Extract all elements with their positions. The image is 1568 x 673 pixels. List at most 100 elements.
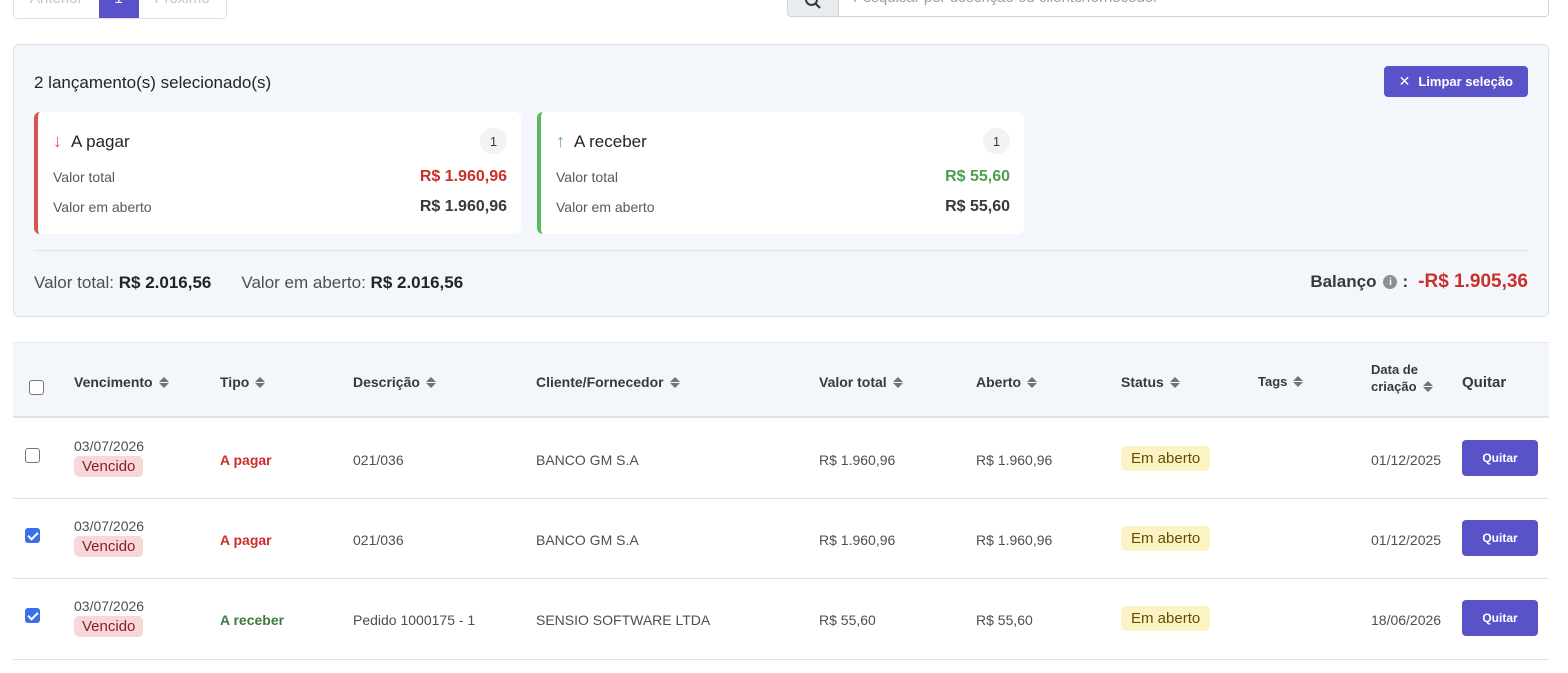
- selection-totals: Valor total: R$ 2.016,56 Valor em aberto…: [34, 273, 463, 293]
- payable-total-value: R$ 1.960,96: [419, 168, 507, 185]
- table-row: 03/07/2026 Vencido A pagar 021/036 BANCO…: [13, 498, 1549, 579]
- column-header-descricao[interactable]: Descrição: [353, 374, 436, 390]
- sort-icon: [1422, 381, 1433, 392]
- column-header-vencimento[interactable]: Vencimento: [74, 374, 169, 390]
- due-cell: 03/07/2026 Vencido: [74, 598, 144, 637]
- search-bar: [787, 0, 1549, 17]
- balance-separator: :: [1402, 272, 1409, 291]
- tipo-cell: A pagar: [220, 452, 272, 468]
- descricao-cell: 021/036: [353, 452, 404, 468]
- column-header-label-line2: criação: [1371, 379, 1433, 394]
- due-date: 03/07/2026: [74, 598, 145, 614]
- column-header-label: Descrição: [353, 374, 420, 390]
- close-icon: ✕: [1398, 73, 1411, 89]
- row-checkbox[interactable]: [25, 608, 40, 623]
- column-header-label: Aberto: [976, 374, 1022, 390]
- summary-open-label: Valor em aberto:: [241, 273, 366, 292]
- due-date: 03/07/2026: [74, 438, 145, 454]
- cliente-cell: BANCO GM S.A: [536, 531, 639, 548]
- balance-label: Balanço: [1310, 272, 1377, 291]
- column-header-aberto[interactable]: Aberto: [976, 374, 1038, 390]
- sort-icon: [669, 376, 680, 388]
- overdue-badge: Vencido: [74, 535, 144, 557]
- payable-open-label: Valor em aberto: [53, 199, 152, 215]
- status-cell: Em aberto: [1121, 606, 1211, 631]
- due-cell: 03/07/2026 Vencido: [74, 438, 144, 477]
- quitar-button[interactable]: Quitar: [1462, 600, 1538, 636]
- valor-total-cell: R$ 55,60: [819, 612, 876, 628]
- valor-total-cell: R$ 1.960,96: [819, 452, 896, 468]
- receivable-card: ↑ A receber 1 Valor total R$ 55,60 Valor…: [537, 112, 1024, 234]
- arrow-up-icon: ↑: [556, 131, 565, 151]
- select-all-checkbox[interactable]: [29, 380, 44, 395]
- clear-selection-label: Limpar seleção: [1418, 74, 1513, 89]
- created-cell: 18/06/2026: [1371, 612, 1442, 628]
- overdue-badge: Vencido: [74, 616, 144, 637]
- summary-open-value: R$ 2.016,56: [370, 273, 464, 292]
- selection-title: 2 lançamento(s) selecionado(s): [34, 73, 272, 92]
- arrow-down-icon: ↓: [53, 131, 62, 151]
- column-header-label: Tipo: [220, 374, 250, 390]
- column-header-tags[interactable]: Tags: [1258, 374, 1304, 389]
- aberto-cell: R$ 55,60: [976, 612, 1033, 628]
- status-cell: Em aberto: [1121, 525, 1211, 551]
- payable-total-label: Valor total: [53, 169, 115, 185]
- search-icon: [805, 0, 821, 9]
- quitar-button[interactable]: Quitar: [1462, 519, 1538, 556]
- descricao-cell: 021/036: [353, 531, 404, 548]
- due-cell: 03/07/2026 Vencido: [74, 518, 144, 557]
- status-badge: Em aberto: [1121, 446, 1211, 471]
- balance: Balanço i : -R$ 1.905,36: [1310, 271, 1528, 293]
- created-cell: 01/12/2025: [1371, 452, 1442, 468]
- created-cell: 01/12/2025: [1371, 531, 1442, 548]
- pagination: Anterior 1 Próximo: [13, 0, 227, 19]
- quitar-button[interactable]: Quitar: [1462, 440, 1538, 476]
- column-header-data-criacao[interactable]: Data de criação: [1371, 362, 1433, 394]
- column-header-label: Tags: [1258, 374, 1288, 389]
- pagination-next[interactable]: Próximo: [138, 0, 226, 18]
- receivable-open-label: Valor em aberto: [556, 199, 655, 215]
- column-header-status[interactable]: Status: [1121, 374, 1180, 390]
- payable-open-value: R$ 1.960,96: [419, 198, 507, 215]
- summary-total: Valor total: R$ 2.016,56: [34, 273, 211, 293]
- search-input[interactable]: [839, 0, 1548, 16]
- status-cell: Em aberto: [1121, 446, 1211, 471]
- sort-icon: [892, 376, 903, 388]
- column-header-cliente[interactable]: Cliente/Fornecedor: [536, 374, 680, 390]
- column-header-quitar: Quitar: [1462, 374, 1506, 391]
- sort-icon: [425, 376, 436, 388]
- column-header-label: Cliente/Fornecedor: [536, 374, 664, 390]
- sort-icon: [1027, 376, 1038, 388]
- tipo-cell: A pagar: [220, 531, 272, 548]
- divider: [34, 250, 1528, 251]
- sort-icon: [1293, 376, 1304, 387]
- aberto-cell: R$ 1.960,96: [976, 531, 1053, 548]
- table-row: 03/07/2026 Vencido A receber Pedido 1000…: [13, 579, 1549, 660]
- overdue-badge: Vencido: [74, 456, 144, 477]
- info-icon[interactable]: i: [1383, 275, 1398, 289]
- cliente-cell: BANCO GM S.A: [536, 452, 639, 468]
- summary-total-value: R$ 2.016,56: [118, 273, 212, 292]
- entries-table: Vencimento Tipo Descrição Cliente/Fornec…: [13, 342, 1549, 660]
- pagination-prev[interactable]: Anterior: [14, 0, 99, 18]
- balance-value: -R$ 1.905,36: [1418, 271, 1528, 292]
- receivable-total-label: Valor total: [556, 169, 618, 185]
- column-header-label: Valor total: [819, 374, 887, 390]
- sort-icon: [1169, 376, 1180, 388]
- table-header: Vencimento Tipo Descrição Cliente/Fornec…: [13, 342, 1549, 418]
- status-badge: Em aberto: [1121, 606, 1211, 631]
- search-button[interactable]: [788, 0, 839, 16]
- tipo-cell: A receber: [220, 612, 285, 628]
- row-checkbox[interactable]: [25, 448, 40, 463]
- column-header-label: Quitar: [1462, 374, 1507, 391]
- table-row: 03/07/2026 Vencido A pagar 021/036 BANCO…: [13, 418, 1549, 499]
- column-header-label: Vencimento: [74, 374, 153, 390]
- column-header-valor-total[interactable]: Valor total: [819, 374, 903, 390]
- payable-count-badge: 1: [480, 128, 507, 154]
- summary-open: Valor em aberto: R$ 2.016,56: [241, 273, 463, 293]
- sort-icon: [255, 376, 266, 388]
- row-checkbox[interactable]: [25, 527, 40, 543]
- clear-selection-button[interactable]: ✕ Limpar seleção: [1383, 66, 1528, 97]
- column-header-tipo[interactable]: Tipo: [220, 374, 266, 390]
- pagination-current-page[interactable]: 1: [98, 0, 139, 18]
